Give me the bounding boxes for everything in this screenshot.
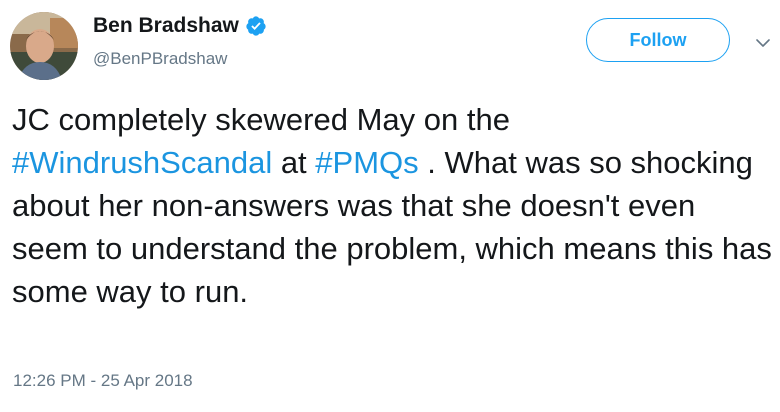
avatar-photo xyxy=(10,12,78,80)
tweet-text-segment: at xyxy=(272,145,316,180)
hashtag-link-pmqs[interactable]: #PMQs xyxy=(315,145,418,180)
hashtag-link-windrushscandal[interactable]: #WindrushScandal xyxy=(12,145,272,180)
author-name-row[interactable]: Ben Bradshaw xyxy=(93,13,267,39)
author-display-name[interactable]: Ben Bradshaw xyxy=(93,13,239,39)
follow-button[interactable]: Follow xyxy=(586,18,730,62)
tweet-text: JC completely skewered May on the #Windr… xyxy=(12,98,772,313)
avatar[interactable] xyxy=(10,12,78,80)
chevron-down-icon xyxy=(756,39,770,47)
verified-badge-icon xyxy=(245,15,267,37)
more-options-button[interactable] xyxy=(752,32,774,54)
author-handle[interactable]: @BenPBradshaw xyxy=(93,48,227,70)
tweet-timestamp[interactable]: 12:26 PM - 25 Apr 2018 xyxy=(13,370,193,392)
tweet-text-segment: JC completely skewered May on the xyxy=(12,102,510,137)
